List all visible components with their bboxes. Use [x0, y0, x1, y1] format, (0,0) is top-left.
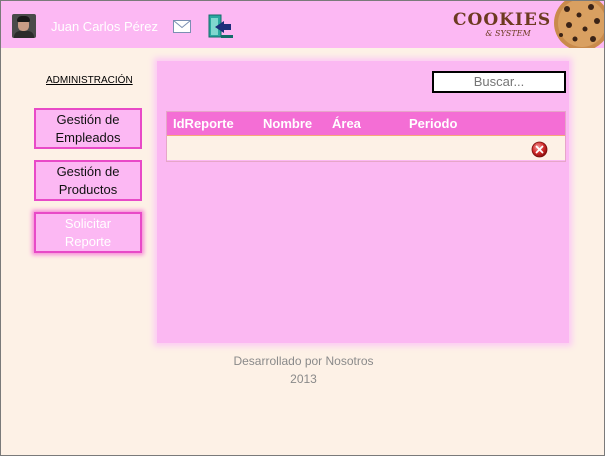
avatar-hair [17, 16, 30, 22]
logo-main-text: COOKIES [453, 10, 552, 30]
nav-products-line1: Gestión de [56, 163, 120, 179]
mail-icon[interactable] [173, 20, 191, 33]
nav-request-report-line2: Reporte [64, 233, 112, 249]
nav-employees-button[interactable]: Gestión de Empleados [34, 108, 142, 149]
nav-employees-label: Gestión de Empleados [55, 111, 120, 147]
brand-logo: COOKIES & SYSTEM [453, 10, 552, 41]
column-header-periodo[interactable]: Periodo [409, 116, 457, 131]
reports-table: IdReporte Nombre Área Periodo [166, 111, 566, 162]
avatar[interactable] [12, 14, 36, 38]
delete-icon[interactable] [531, 141, 548, 158]
footer: Desarrollado por Nosotros 2013 [1, 352, 604, 388]
column-header-idreporte[interactable]: IdReporte [173, 116, 234, 131]
logo-sub-text: & SYSTEM [485, 29, 531, 38]
cookie-icon [554, 1, 604, 48]
nav-products-line2: Productos [58, 181, 118, 197]
search-input[interactable] [432, 71, 566, 93]
nav-employees-line2: Empleados [55, 129, 121, 145]
app-window: Juan Carlos Pérez COOKIES & SYSTEM ADMIN… [0, 0, 605, 456]
header-bar: Juan Carlos Pérez COOKIES & SYSTEM [1, 1, 604, 48]
nav-products-button[interactable]: Gestión de Productos [34, 160, 142, 201]
reports-panel: IdReporte Nombre Área Periodo [157, 61, 569, 343]
user-name: Juan Carlos Pérez [51, 19, 158, 34]
table-row[interactable] [167, 136, 565, 160]
nav-request-report-label: Solicitar Reporte [65, 215, 111, 251]
column-header-nombre[interactable]: Nombre [263, 116, 312, 131]
avatar-shirt [14, 31, 34, 38]
footer-year: 2013 [290, 372, 317, 386]
column-header-area[interactable]: Área [332, 116, 361, 131]
admin-section-title: ADMINISTRACIÓN [46, 75, 133, 86]
table-header: IdReporte Nombre Área Periodo [167, 112, 565, 136]
nav-products-label: Gestión de Productos [57, 163, 120, 199]
footer-credit: Desarrollado por Nosotros [233, 354, 374, 368]
nav-request-report-line1: Solicitar [64, 215, 112, 231]
logout-icon[interactable] [207, 13, 234, 41]
nav-employees-line1: Gestión de [56, 111, 120, 127]
nav-request-report-button[interactable]: Solicitar Reporte [34, 212, 142, 253]
